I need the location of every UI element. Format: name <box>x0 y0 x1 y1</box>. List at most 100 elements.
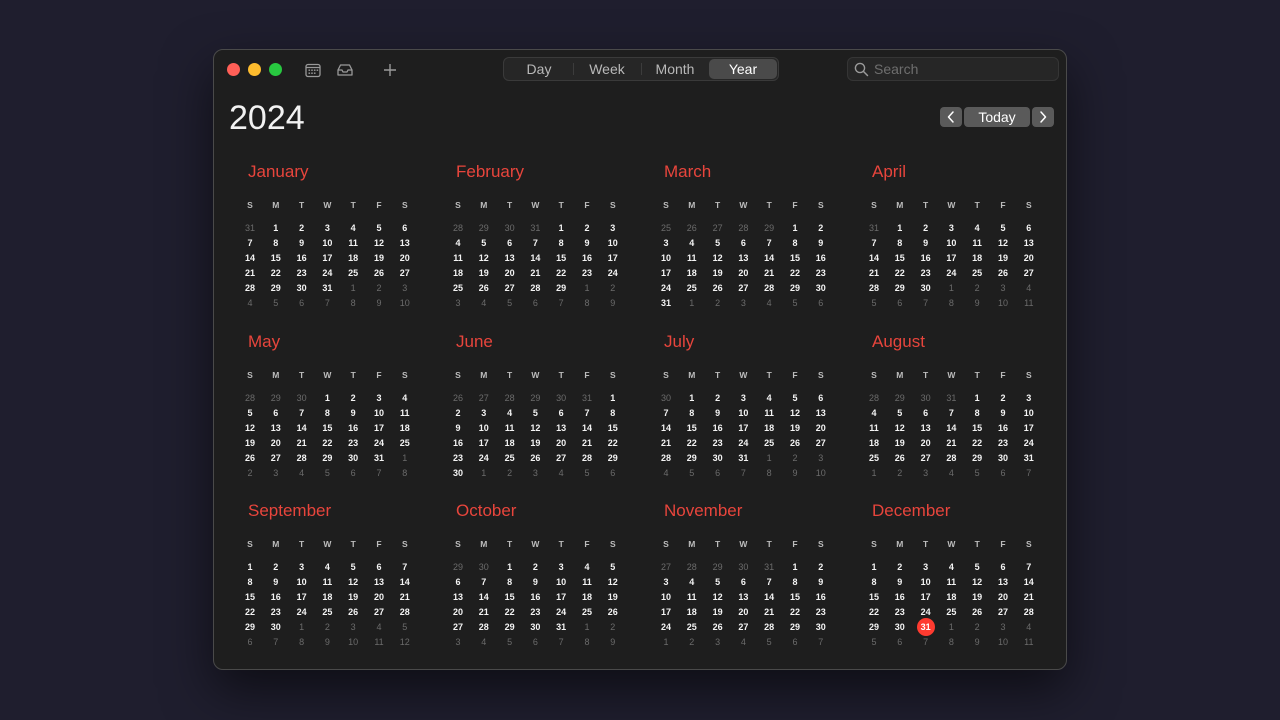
day-cell[interactable]: 9 <box>341 406 365 420</box>
day-cell[interactable]: 4 <box>757 391 781 405</box>
day-cell[interactable]: 12 <box>523 421 547 435</box>
day-cell[interactable]: 18 <box>680 605 704 619</box>
day-cell[interactable]: 5 <box>472 236 496 250</box>
day-cell[interactable]: 6 <box>601 466 625 480</box>
day-cell[interactable]: 9 <box>888 575 912 589</box>
day-cell[interactable]: 6 <box>991 560 1015 574</box>
day-cell[interactable]: 4 <box>315 560 339 574</box>
day-cell[interactable]: 1 <box>472 466 496 480</box>
day-cell[interactable]: 6 <box>498 236 522 250</box>
today-date[interactable]: 31 <box>914 618 938 636</box>
day-cell[interactable]: 10 <box>393 296 417 310</box>
day-cell[interactable]: 23 <box>341 436 365 450</box>
day-cell[interactable]: 4 <box>393 391 417 405</box>
day-cell[interactable]: 29 <box>965 451 989 465</box>
day-cell[interactable]: 11 <box>1017 296 1041 310</box>
day-cell[interactable]: 4 <box>939 560 963 574</box>
day-cell[interactable]: 20 <box>991 590 1015 604</box>
day-cell[interactable]: 10 <box>914 575 938 589</box>
day-cell[interactable]: 1 <box>315 391 339 405</box>
day-cell[interactable]: 2 <box>965 620 989 634</box>
day-cell[interactable]: 17 <box>472 436 496 450</box>
day-cell[interactable]: 19 <box>601 590 625 604</box>
day-cell[interactable]: 25 <box>575 605 599 619</box>
day-cell[interactable]: 14 <box>523 251 547 265</box>
day-cell[interactable]: 4 <box>472 635 496 649</box>
day-cell[interactable]: 22 <box>549 266 573 280</box>
day-cell[interactable]: 1 <box>601 391 625 405</box>
day-cell[interactable]: 19 <box>367 251 391 265</box>
tab-day[interactable]: Day <box>505 59 573 79</box>
day-cell[interactable]: 14 <box>939 421 963 435</box>
day-cell[interactable]: 24 <box>549 605 573 619</box>
day-cell[interactable]: 13 <box>549 421 573 435</box>
day-cell[interactable]: 4 <box>939 466 963 480</box>
day-cell[interactable]: 25 <box>341 266 365 280</box>
day-cell[interactable]: 1 <box>393 451 417 465</box>
day-cell[interactable]: 31 <box>757 560 781 574</box>
day-cell[interactable]: 11 <box>498 421 522 435</box>
day-cell[interactable]: 22 <box>783 605 807 619</box>
day-cell[interactable]: 3 <box>446 296 470 310</box>
day-cell[interactable]: 5 <box>341 560 365 574</box>
day-cell[interactable]: 8 <box>238 575 262 589</box>
day-cell[interactable]: 31 <box>939 391 963 405</box>
day-cell[interactable]: 9 <box>706 406 730 420</box>
day-cell[interactable]: 2 <box>965 281 989 295</box>
inbox-icon[interactable] <box>335 60 355 80</box>
day-cell[interactable]: 6 <box>367 560 391 574</box>
day-cell[interactable]: 8 <box>575 296 599 310</box>
day-cell[interactable]: 11 <box>1017 635 1041 649</box>
day-cell[interactable]: 17 <box>914 590 938 604</box>
day-cell[interactable]: 8 <box>341 296 365 310</box>
day-cell[interactable]: 8 <box>888 236 912 250</box>
day-cell[interactable]: 29 <box>680 451 704 465</box>
day-cell[interactable]: 1 <box>654 635 678 649</box>
day-cell[interactable]: 3 <box>654 575 678 589</box>
day-cell[interactable]: 8 <box>939 635 963 649</box>
day-cell[interactable]: 23 <box>446 451 470 465</box>
day-cell[interactable]: 29 <box>888 281 912 295</box>
previous-year-button[interactable] <box>940 107 962 127</box>
day-cell[interactable]: 26 <box>965 605 989 619</box>
day-cell[interactable]: 7 <box>367 466 391 480</box>
day-cell[interactable]: 24 <box>367 436 391 450</box>
day-cell[interactable]: 29 <box>523 391 547 405</box>
day-cell[interactable]: 6 <box>731 236 755 250</box>
day-cell[interactable]: 14 <box>393 575 417 589</box>
day-cell[interactable]: 21 <box>290 436 314 450</box>
day-cell[interactable]: 7 <box>939 406 963 420</box>
day-cell[interactable]: 25 <box>965 266 989 280</box>
day-cell[interactable]: 21 <box>757 266 781 280</box>
day-cell[interactable]: 29 <box>498 620 522 634</box>
day-cell[interactable]: 7 <box>914 296 938 310</box>
day-cell[interactable]: 22 <box>601 436 625 450</box>
day-cell[interactable]: 18 <box>341 251 365 265</box>
day-cell[interactable]: 11 <box>680 590 704 604</box>
day-cell[interactable]: 5 <box>862 296 886 310</box>
day-cell[interactable]: 1 <box>290 620 314 634</box>
day-cell[interactable]: 21 <box>862 266 886 280</box>
day-cell[interactable]: 2 <box>523 560 547 574</box>
day-cell[interactable]: 6 <box>238 635 262 649</box>
day-cell[interactable]: 30 <box>264 620 288 634</box>
day-cell[interactable]: 11 <box>757 406 781 420</box>
day-cell[interactable]: 15 <box>783 251 807 265</box>
day-cell[interactable]: 19 <box>706 266 730 280</box>
day-cell[interactable]: 31 <box>523 221 547 235</box>
day-cell[interactable]: 28 <box>862 391 886 405</box>
day-cell[interactable]: 18 <box>680 266 704 280</box>
day-cell[interactable]: 30 <box>523 620 547 634</box>
day-cell[interactable]: 2 <box>706 391 730 405</box>
day-cell[interactable]: 29 <box>706 560 730 574</box>
day-cell[interactable]: 6 <box>523 635 547 649</box>
day-cell[interactable]: 5 <box>498 296 522 310</box>
day-cell[interactable]: 15 <box>888 251 912 265</box>
day-cell[interactable]: 6 <box>264 406 288 420</box>
day-cell[interactable]: 20 <box>1017 251 1041 265</box>
day-cell[interactable]: 3 <box>991 281 1015 295</box>
day-cell[interactable]: 11 <box>939 575 963 589</box>
day-cell[interactable]: 2 <box>680 635 704 649</box>
day-cell[interactable]: 14 <box>862 251 886 265</box>
day-cell[interactable]: 21 <box>939 436 963 450</box>
